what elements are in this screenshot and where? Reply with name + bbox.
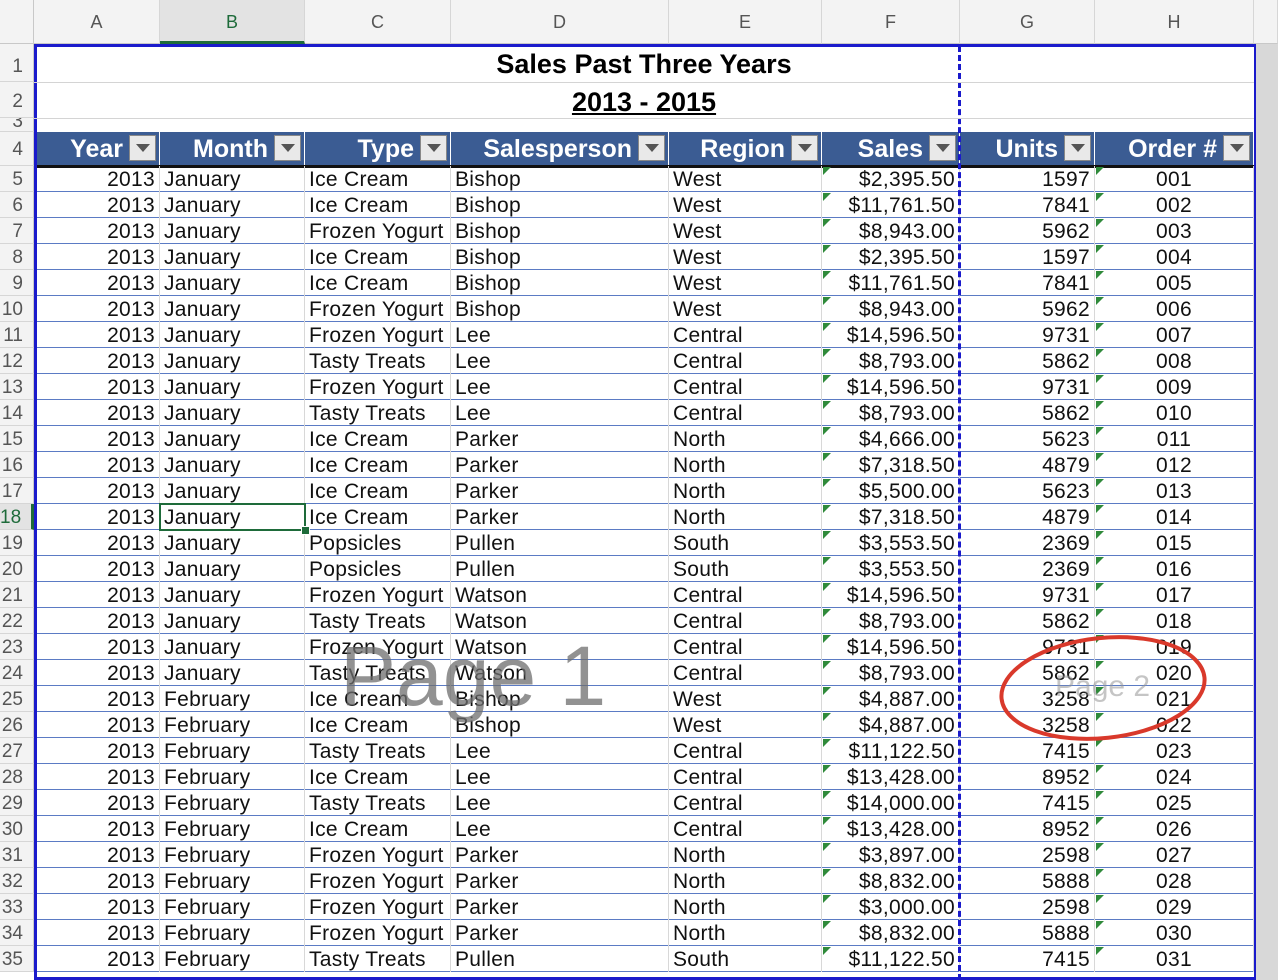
- row-header-2[interactable]: 2: [0, 82, 34, 118]
- column-header-e[interactable]: E: [669, 0, 822, 44]
- row-header-7[interactable]: 7: [0, 218, 34, 244]
- row-header-28[interactable]: 28: [0, 764, 34, 790]
- row-header-29[interactable]: 29: [0, 790, 34, 816]
- red-circle-annotation: [999, 635, 1207, 741]
- column-header-g[interactable]: G: [960, 0, 1095, 44]
- row-header-4[interactable]: 4: [0, 132, 34, 166]
- title-cell-border: [34, 82, 1254, 83]
- title-cell-border: [34, 118, 1254, 119]
- column-header-h[interactable]: H: [1095, 0, 1254, 44]
- row-header-3[interactable]: 3: [0, 118, 34, 132]
- vertical-scrollbar[interactable]: [1256, 44, 1278, 980]
- row-header-22[interactable]: 22: [0, 608, 34, 634]
- row-header-9[interactable]: 9: [0, 270, 34, 296]
- row-header-1[interactable]: 1: [0, 44, 34, 82]
- page-1-watermark: Page 1: [340, 629, 607, 723]
- page-break-line: [958, 46, 961, 980]
- column-header-c[interactable]: C: [305, 0, 451, 44]
- column-header-a[interactable]: A: [34, 0, 160, 44]
- spreadsheet[interactable]: ABCDEFGH 1 2 3 4 5 6 7 8 9 10 11 12 13 14 15 16 17 18 19 20…: [0, 0, 1278, 980]
- row-header-31[interactable]: 31: [0, 842, 34, 868]
- select-all-corner[interactable]: [0, 0, 34, 44]
- row-header-15[interactable]: 15: [0, 426, 34, 452]
- row-header-26[interactable]: 26: [0, 712, 34, 738]
- row-header-25[interactable]: 25: [0, 686, 34, 712]
- row-header-17[interactable]: 17: [0, 478, 34, 504]
- row-header-21[interactable]: 21: [0, 582, 34, 608]
- column-header-f[interactable]: F: [822, 0, 960, 44]
- column-header-filler: [1254, 0, 1278, 44]
- column-header-d[interactable]: D: [451, 0, 669, 44]
- fill-handle[interactable]: [301, 526, 310, 535]
- row-header-13[interactable]: 13: [0, 374, 34, 400]
- row-header-11[interactable]: 11: [0, 322, 34, 348]
- row-header-33[interactable]: 33: [0, 894, 34, 920]
- row-header-27[interactable]: 27: [0, 738, 34, 764]
- row-header-12[interactable]: 12: [0, 348, 34, 374]
- row-header-23[interactable]: 23: [0, 634, 34, 660]
- column-header-b[interactable]: B: [160, 0, 305, 44]
- row-header-35[interactable]: 35: [0, 946, 34, 972]
- row-header-30[interactable]: 30: [0, 816, 34, 842]
- row-header-10[interactable]: 10: [0, 296, 34, 322]
- row-header-32[interactable]: 32: [0, 868, 34, 894]
- row-header-8[interactable]: 8: [0, 244, 34, 270]
- active-cell-selection[interactable]: [159, 503, 306, 531]
- row-header-5[interactable]: 5: [0, 166, 34, 192]
- row-header-18[interactable]: 18: [0, 504, 34, 530]
- row-header-24[interactable]: 24: [0, 660, 34, 686]
- row-header-34[interactable]: 34: [0, 920, 34, 946]
- row-header-16[interactable]: 16: [0, 452, 34, 478]
- row-header-14[interactable]: 14: [0, 400, 34, 426]
- row-header-19[interactable]: 19: [0, 530, 34, 556]
- row-header-6[interactable]: 6: [0, 192, 34, 218]
- row-header-20[interactable]: 20: [0, 556, 34, 582]
